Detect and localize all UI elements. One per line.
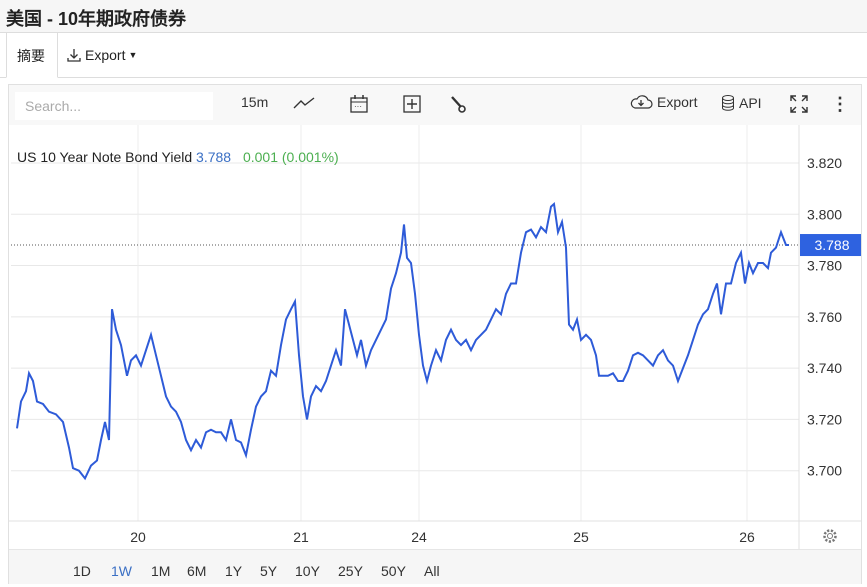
expand-icon [790, 95, 808, 113]
gear-teeth [823, 529, 837, 543]
export-label: Export [85, 47, 126, 63]
api-label: API [739, 95, 762, 111]
range-button-10y[interactable]: 10Y [295, 563, 320, 579]
y-tick-label: 3.760 [807, 309, 842, 325]
tab-summary[interactable]: 摘要 [6, 33, 58, 78]
series-value: 3.788 [196, 149, 232, 165]
more-menu-button[interactable]: ⋮ [831, 94, 849, 115]
chart-widget: 15m ··· Export API ⋮ 3.700 3.720 3.740 3.76… [8, 84, 862, 584]
export-label: Export [657, 94, 698, 110]
caret-down-icon: ▼ [128, 50, 138, 60]
download-icon [67, 49, 81, 62]
gear-hub [827, 533, 833, 539]
range-button-all[interactable]: All [424, 563, 440, 579]
kebab-icon: ⋮ [831, 94, 849, 114]
interval-button[interactable]: 15m [241, 94, 268, 110]
y-tick-label: 3.740 [807, 360, 842, 376]
range-button-50y[interactable]: 50Y [381, 563, 406, 579]
calendar-icon: ··· [350, 95, 368, 113]
x-tick-label: 25 [573, 529, 589, 545]
range-button-1d[interactable]: 1D [73, 563, 91, 579]
database-icon [722, 95, 734, 111]
date-range-button[interactable]: ··· [349, 94, 369, 114]
search-input[interactable] [15, 92, 213, 120]
range-button-6m[interactable]: 6M [187, 563, 206, 579]
range-button-1m[interactable]: 1M [151, 563, 170, 579]
range-button-1y[interactable]: 1Y [225, 563, 242, 579]
wrench-icon [451, 96, 466, 113]
add-indicator-button[interactable] [402, 94, 422, 114]
series-change: 0.001 (0.001%) [242, 149, 339, 165]
range-selector: 1D 1W 1M 6M 1Y 5Y 10Y 25Y 50Y All [9, 549, 861, 584]
last-price-label: 3.788 [814, 237, 849, 253]
settings-wrench-button[interactable] [449, 94, 467, 114]
plus-box-icon [403, 95, 421, 113]
y-tick-label: 3.820 [807, 155, 842, 171]
x-tick-label: 24 [411, 529, 427, 545]
line-chart-icon [293, 97, 315, 109]
title-bar: 美国 - 10年期政府债券 [0, 0, 867, 33]
x-tick-label: 26 [739, 529, 755, 545]
export-dropdown[interactable]: Export ▼ [66, 47, 137, 63]
page-title: 美国 - 10年期政府债券 [6, 9, 187, 29]
api-button[interactable]: API [721, 94, 762, 112]
svg-text:···: ··· [354, 102, 362, 111]
export-button[interactable]: Export [629, 94, 697, 110]
chart-settings-gear-icon[interactable] [823, 529, 837, 543]
x-tick-label: 21 [293, 529, 309, 545]
x-tick-label: 20 [130, 529, 146, 545]
fullscreen-button[interactable] [789, 94, 809, 114]
chart-toolbar: 15m ··· Export API ⋮ [9, 85, 861, 125]
range-button-1w[interactable]: 1W [111, 563, 132, 579]
tab-bar: 摘要 Export ▼ [0, 33, 867, 78]
y-tick-label: 3.700 [807, 463, 842, 479]
interval-label: 15m [241, 94, 269, 110]
range-button-5y[interactable]: 5Y [260, 563, 277, 579]
y-tick-label: 3.780 [807, 258, 842, 274]
y-tick-label: 3.720 [807, 411, 842, 427]
chart-type-button[interactable] [293, 96, 315, 110]
chart-legend: US 10 Year Note Bond Yield 3.788 0.001 (… [17, 149, 339, 165]
yield-series-line [16, 202, 789, 481]
price-chart[interactable]: 3.700 3.720 3.740 3.760 3.780 3.800 3.820 20 21 2… [9, 125, 861, 583]
range-button-25y[interactable]: 25Y [338, 563, 363, 579]
y-tick-label: 3.800 [807, 206, 842, 222]
series-name: US 10 Year Note Bond Yield [17, 149, 193, 165]
cloud-download-icon [630, 95, 653, 109]
